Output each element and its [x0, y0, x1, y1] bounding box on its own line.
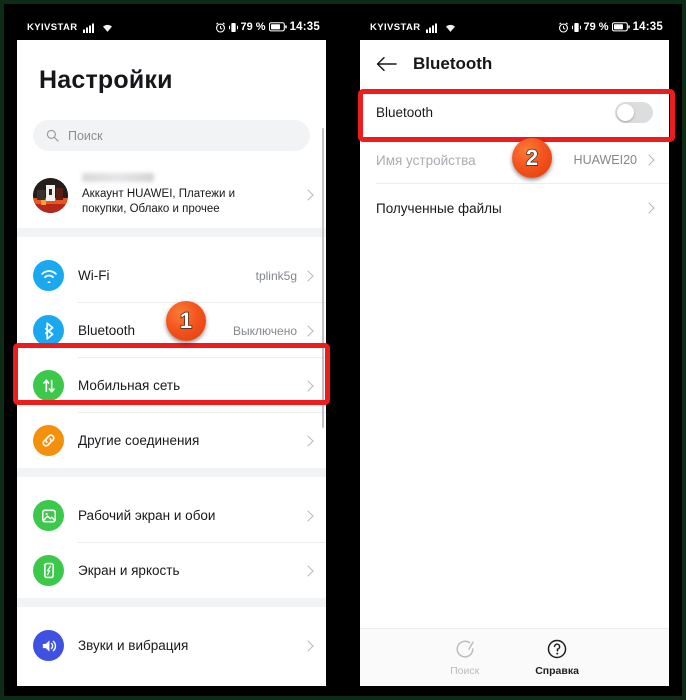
bottom-bar-help[interactable]: Справка	[535, 638, 579, 677]
sidebar-item-label: Мобильная сеть	[78, 378, 181, 393]
bottom-bar-search[interactable]: Поиск	[450, 638, 479, 677]
status-bar-right: KYIVSTAR 79 % 14:35	[360, 14, 669, 40]
link-tile-icon	[33, 425, 64, 456]
group-separator	[17, 598, 326, 607]
bluetooth-toggle-row[interactable]: Bluetooth	[360, 88, 669, 136]
avatar	[33, 177, 68, 213]
search-input[interactable]: Поиск	[33, 120, 310, 151]
display-brightness-tile-icon	[33, 555, 64, 586]
bluetooth-toggle-label: Bluetooth	[376, 104, 434, 120]
sidebar-item-label: Wi-Fi	[78, 268, 110, 283]
chevron-right-icon	[302, 509, 314, 522]
wifi-value: tplink5g	[255, 268, 297, 283]
clock-label: 14:35	[289, 21, 320, 33]
sidebar-item-wifi[interactable]: Wi-Fi tplink5g	[17, 248, 326, 303]
sidebar-item-account[interactable]: Аккаунт HUAWEI, Платежи и покупки, Облак…	[17, 162, 326, 228]
alarm-icon	[558, 21, 568, 33]
clock-label: 14:35	[632, 21, 663, 33]
sound-tile-icon	[33, 630, 64, 661]
help-icon	[547, 639, 567, 659]
status-bar-left: KYIVSTAR 79 % 14:35	[17, 14, 326, 40]
carrier-label: KYIVSTAR	[27, 21, 78, 33]
wallpaper-tile-icon	[33, 500, 64, 531]
chevron-right-icon	[302, 379, 314, 392]
display-group: Рабочий экран и обои Экран и яркость	[17, 488, 326, 598]
bluetooth-state-value: Выключено	[233, 323, 297, 338]
chevron-right-icon	[643, 202, 655, 214]
chevron-right-icon	[302, 189, 314, 201]
carrier-label: KYIVSTAR	[370, 21, 421, 33]
vibrate-icon	[571, 22, 581, 32]
search-placeholder: Поиск	[68, 128, 103, 143]
battery-icon	[268, 22, 287, 32]
back-arrow-icon[interactable]	[376, 56, 397, 72]
received-files-label: Полученные файлы	[376, 200, 502, 216]
account-name-blurred	[82, 173, 154, 182]
chevron-right-icon	[302, 269, 314, 282]
mobile-network-tile-icon	[33, 370, 64, 401]
bluetooth-toggle[interactable]	[615, 101, 653, 123]
sidebar-item-label: Звуки и вибрация	[78, 638, 189, 653]
chevron-right-icon	[302, 324, 314, 337]
alarm-icon	[215, 21, 225, 33]
sidebar-item-label: Экран и яркость	[78, 563, 180, 578]
account-group: Аккаунт HUAWEI, Платежи и покупки, Облак…	[17, 162, 326, 228]
settings-screen: Настройки Поиск Аккаунт HUAWEI, Платежи …	[17, 40, 326, 686]
page-title: Bluetooth	[413, 54, 493, 73]
bottom-bar-search-label: Поиск	[450, 665, 480, 677]
step-badge-2-label: 2	[525, 145, 539, 170]
bottom-bar-help-label: Справка	[535, 665, 579, 677]
wifi-icon	[102, 24, 112, 32]
scan-icon	[456, 640, 474, 658]
bottom-navigation-bar: Поиск Справка	[360, 628, 669, 686]
step-badge-2: 2	[512, 138, 552, 178]
group-separator	[17, 468, 326, 477]
device-name-value: HUAWEI20	[573, 153, 637, 167]
bluetooth-header: Bluetooth	[360, 40, 669, 88]
sound-group: Звуки и вибрация	[17, 618, 326, 673]
chevron-right-icon	[302, 564, 314, 577]
page-title: Настройки	[39, 66, 173, 94]
scrollbar[interactable]	[322, 128, 324, 428]
battery-percent: 79 %	[583, 21, 609, 33]
toggle-knob	[617, 103, 634, 121]
bluetooth-tile-icon	[33, 315, 64, 346]
group-separator	[17, 228, 326, 237]
sidebar-item-other-connections[interactable]: Другие соединения	[17, 413, 326, 468]
account-subtitle: Аккаунт HUAWEI, Платежи и покупки, Облак…	[82, 188, 236, 215]
phone-screenshot-right: KYIVSTAR 79 % 14:35 Bluetooth Bluetooth …	[360, 14, 669, 686]
search-icon	[46, 129, 59, 142]
bluetooth-screen: Bluetooth Bluetooth Имя устройства HUAWE…	[360, 40, 669, 686]
vibrate-icon	[228, 22, 238, 32]
sidebar-item-mobile-network[interactable]: Мобильная сеть	[17, 358, 326, 413]
wifi-icon	[445, 24, 455, 32]
chevron-right-icon	[643, 154, 655, 166]
sidebar-item-label: Рабочий экран и обои	[78, 508, 216, 523]
sidebar-item-label: Bluetooth	[78, 323, 136, 338]
screenshot-root: KYIVSTAR 79 % 14:35 Настройки Поиск Акка…	[0, 0, 686, 700]
connectivity-group: Wi-Fi tplink5g Bluetooth Выключено Мобил…	[17, 248, 326, 468]
signal-bars-icon	[425, 23, 437, 33]
step-badge-1-label: 1	[179, 308, 193, 333]
signal-bars-icon	[82, 23, 94, 33]
battery-icon	[611, 22, 630, 32]
chevron-right-icon	[302, 434, 314, 447]
received-files-row[interactable]: Полученные файлы	[360, 184, 669, 232]
sidebar-item-sounds-vibration[interactable]: Звуки и вибрация	[17, 618, 326, 673]
sidebar-item-display-brightness[interactable]: Экран и яркость	[17, 543, 326, 598]
sidebar-item-label: Другие соединения	[78, 433, 200, 448]
sidebar-item-home-screen-wallpaper[interactable]: Рабочий экран и обои	[17, 488, 326, 543]
battery-percent: 79 %	[240, 21, 266, 33]
wifi-tile-icon	[33, 260, 64, 291]
step-badge-1: 1	[166, 301, 206, 341]
chevron-right-icon	[302, 639, 314, 652]
phone-screenshot-left: KYIVSTAR 79 % 14:35 Настройки Поиск Акка…	[17, 14, 326, 686]
